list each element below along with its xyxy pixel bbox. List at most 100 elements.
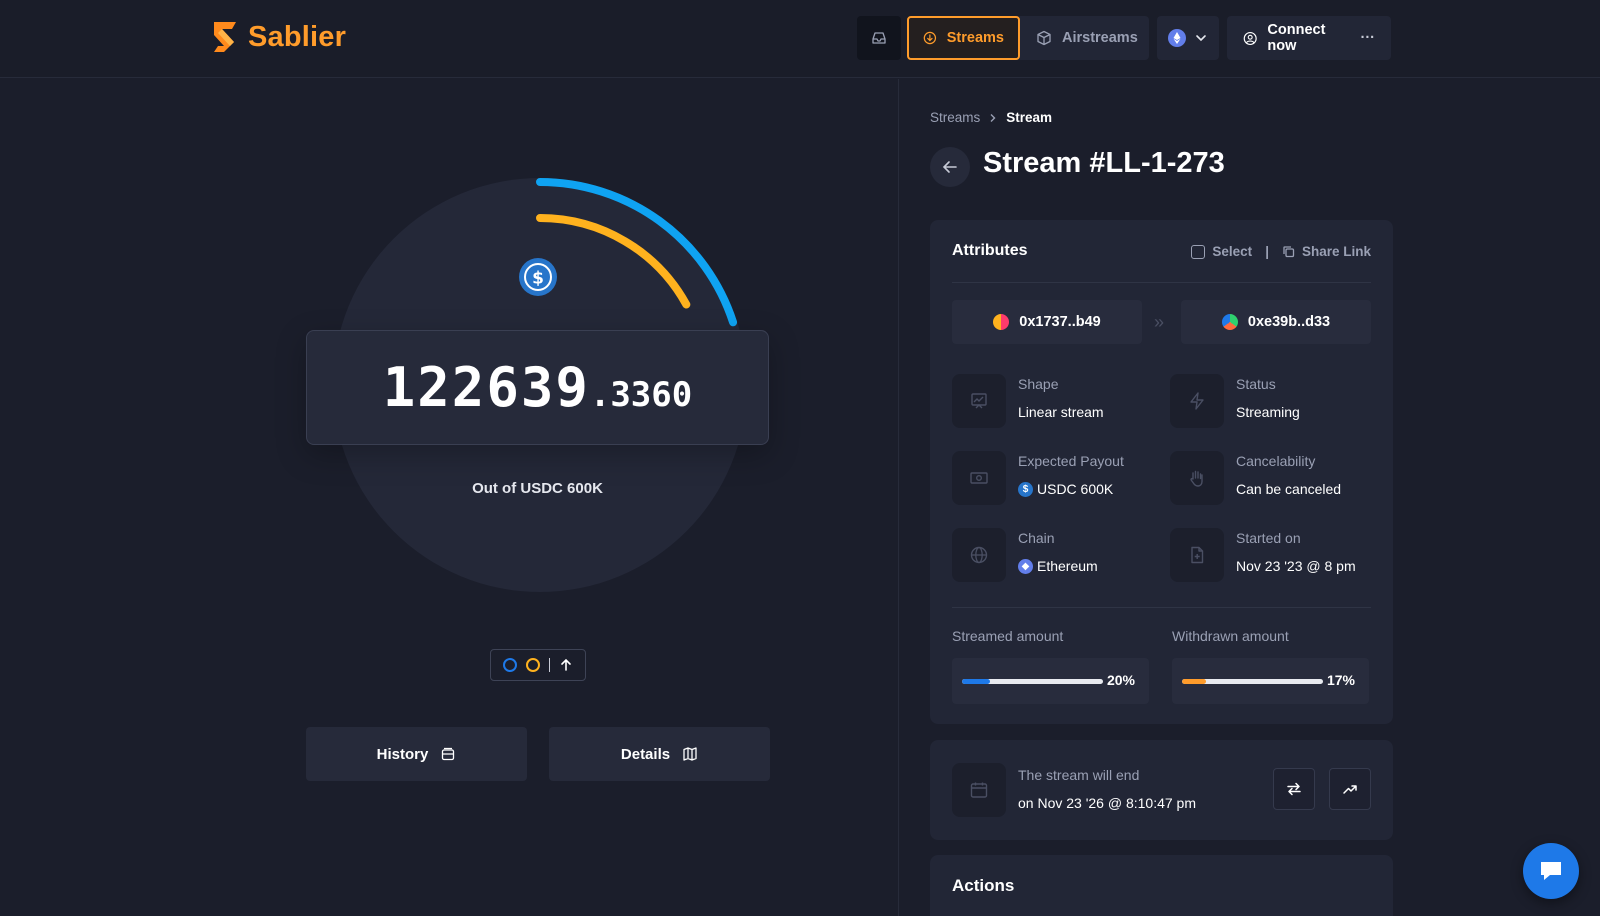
- sender-address[interactable]: 0x1737..b49: [952, 300, 1142, 344]
- tab-streams[interactable]: Streams: [907, 16, 1020, 60]
- breadcrumb-current: Stream: [1006, 110, 1053, 125]
- share-link-label[interactable]: Share Link: [1302, 244, 1371, 259]
- file-plus-icon: [1170, 528, 1224, 582]
- history-label: History: [376, 745, 429, 763]
- select-checkbox[interactable]: [1191, 244, 1206, 259]
- trending-up-icon: [1343, 785, 1357, 794]
- map-icon: [683, 747, 697, 761]
- copy-icon[interactable]: [1282, 245, 1295, 258]
- arc-legend-toggle[interactable]: [490, 649, 586, 681]
- ethereum-small-icon: ◆: [1018, 558, 1033, 574]
- withdrawn-track: [1182, 679, 1323, 684]
- globe-svg: [970, 546, 988, 564]
- actions-card: Actions: [930, 855, 1393, 916]
- details-label: Details: [620, 745, 671, 763]
- status-value: Streaming: [1236, 404, 1300, 420]
- details-button[interactable]: Details: [549, 727, 770, 781]
- withdrawn-legend-dot: [526, 658, 540, 672]
- page-title: Stream #LL-1-273: [983, 147, 1225, 179]
- started-value: Nov 23 '23 @ 8 pm: [1236, 558, 1356, 574]
- cash-icon: [952, 451, 1006, 505]
- withdrawn-percent: 17%: [1326, 672, 1355, 688]
- ethereum-icon: [1168, 29, 1186, 47]
- nav-tabs: Streams Airstreams: [907, 16, 1149, 60]
- connect-wallet-button[interactable]: Connect now ···: [1227, 16, 1391, 60]
- amount-decimal: .3360: [589, 374, 693, 415]
- streamed-amount-label: Streamed amount: [952, 628, 1064, 644]
- sender-avatar: [993, 314, 1010, 330]
- attributes-tools: Select | Share Link: [1191, 244, 1371, 259]
- inbox-icon: [872, 32, 886, 44]
- shape-attribute: Shape Linear stream: [952, 370, 1162, 430]
- streamed-progress: 20%: [952, 658, 1149, 704]
- chevron-down-icon: [1196, 35, 1206, 42]
- chat-bubble-icon: [1541, 862, 1561, 880]
- usdc-small-icon: $: [1018, 481, 1033, 497]
- cash-svg: [970, 472, 988, 484]
- started-attribute: Started on Nov 23 '23 @ 8 pm: [1170, 524, 1380, 584]
- chain-value: Ethereum: [1037, 558, 1098, 574]
- streamed-amount-display: 122639 .3360: [306, 330, 769, 445]
- breadcrumb: Streams Stream: [930, 110, 1052, 125]
- status-attribute: Status Streaming: [1170, 370, 1380, 430]
- tab-airstreams-label: Airstreams: [1062, 30, 1138, 46]
- swap-button[interactable]: [1273, 768, 1315, 810]
- more-options-icon[interactable]: ···: [1361, 30, 1376, 46]
- payout-label: Expected Payout: [1018, 453, 1124, 469]
- usdc-token-icon: $: [519, 258, 557, 296]
- hand-svg: [1190, 470, 1203, 487]
- cancelability-value: Can be canceled: [1236, 481, 1342, 497]
- payout-value-row: $ USDC 600K: [1018, 481, 1113, 497]
- chart-icon: [952, 374, 1006, 428]
- recipient-address-text: 0xe39b..d33: [1247, 314, 1331, 330]
- arrow-down-circle-icon: [923, 31, 937, 45]
- legend-separator: [549, 658, 550, 672]
- total-amount-label: Out of USDC 600K: [472, 480, 603, 497]
- withdrawn-amount-label: Withdrawn amount: [1172, 628, 1289, 644]
- globe-icon: [952, 528, 1006, 582]
- recipient-avatar: [1221, 314, 1238, 330]
- attributes-title: Attributes: [952, 242, 1028, 259]
- recipient-address[interactable]: 0xe39b..d33: [1181, 300, 1371, 344]
- sablier-logo[interactable]: Sablier: [210, 20, 346, 54]
- end-label: The stream will end: [1018, 767, 1140, 783]
- breadcrumb-streams[interactable]: Streams: [930, 110, 980, 125]
- chart-svg: [971, 393, 987, 409]
- chat-support-button[interactable]: [1523, 843, 1579, 899]
- arrow-left-icon: [942, 161, 957, 173]
- cancelability-attribute: Cancelability Can be canceled: [1170, 447, 1380, 507]
- streamed-percent: 20%: [1106, 672, 1135, 688]
- lightning-icon: [1170, 374, 1224, 428]
- cancelability-label: Cancelability: [1236, 453, 1316, 469]
- lightning-svg: [1190, 392, 1204, 410]
- chain-selector[interactable]: [1157, 16, 1219, 60]
- double-chevron-icon: »: [1154, 312, 1165, 332]
- attributes-card: Attributes Select | Share Link 0x1737..b…: [930, 220, 1393, 724]
- status-label: Status: [1236, 376, 1276, 392]
- streamed-legend-dot: [503, 658, 517, 672]
- swap-arrows-icon: [1287, 782, 1301, 796]
- sender-address-text: 0x1737..b49: [1019, 314, 1101, 330]
- started-label: Started on: [1236, 530, 1301, 546]
- hand-icon: [1170, 451, 1224, 505]
- payout-attribute: Expected Payout $ USDC 600K: [952, 447, 1162, 507]
- inbox-button[interactable]: [857, 16, 901, 60]
- amount-integer: 122639: [382, 356, 590, 419]
- history-button[interactable]: History: [306, 727, 527, 781]
- chain-attribute: Chain ◆ Ethereum: [952, 524, 1162, 584]
- trend-button[interactable]: [1329, 768, 1371, 810]
- end-date: on Nov 23 '26 @ 8:10:47 pm: [1018, 795, 1196, 811]
- streamed-fill: [962, 679, 991, 684]
- tab-airstreams[interactable]: Airstreams: [1020, 16, 1154, 60]
- chain-value-row: ◆ Ethereum: [1018, 558, 1098, 574]
- back-button[interactable]: [930, 147, 970, 187]
- actions-title: Actions: [952, 876, 1015, 895]
- box-icon: [1037, 30, 1051, 46]
- brand-name: Sablier: [248, 20, 347, 53]
- withdrawn-fill: [1182, 679, 1206, 684]
- panel-divider: [898, 79, 899, 916]
- select-label[interactable]: Select: [1212, 244, 1252, 259]
- withdrawn-progress: 17%: [1172, 658, 1369, 704]
- divider: [952, 282, 1371, 283]
- shape-label: Shape: [1018, 376, 1059, 392]
